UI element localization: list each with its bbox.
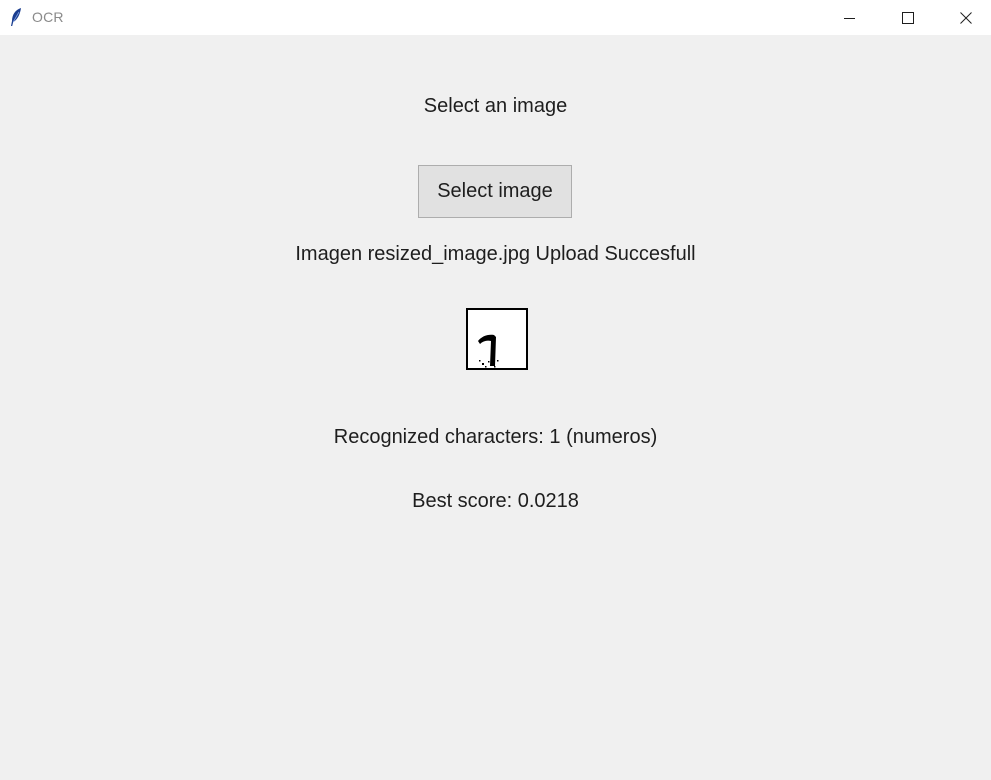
digit-image [478,334,499,368]
ocr-window: OCR Select an image Select image Imagen … [0,0,991,780]
close-icon [960,11,972,24]
best-score-label: Best score: 0.0218 [412,490,579,512]
maximize-icon [902,11,914,24]
image-preview [466,308,528,370]
close-button[interactable] [937,0,991,35]
upload-status-label: Imagen resized_image.jpg Upload Succesfu… [295,243,696,265]
select-prompt-label: Select an image [423,95,568,117]
recognized-characters-label: Recognized characters: 1 (numeros) [333,426,658,448]
window-title: OCR [32,9,64,25]
select-image-button[interactable]: Select image [418,165,572,218]
minimize-icon [844,12,856,24]
title-bar[interactable]: OCR [0,0,991,35]
feather-icon [9,7,23,27]
minimize-button[interactable] [821,0,879,35]
maximize-button[interactable] [879,0,937,35]
